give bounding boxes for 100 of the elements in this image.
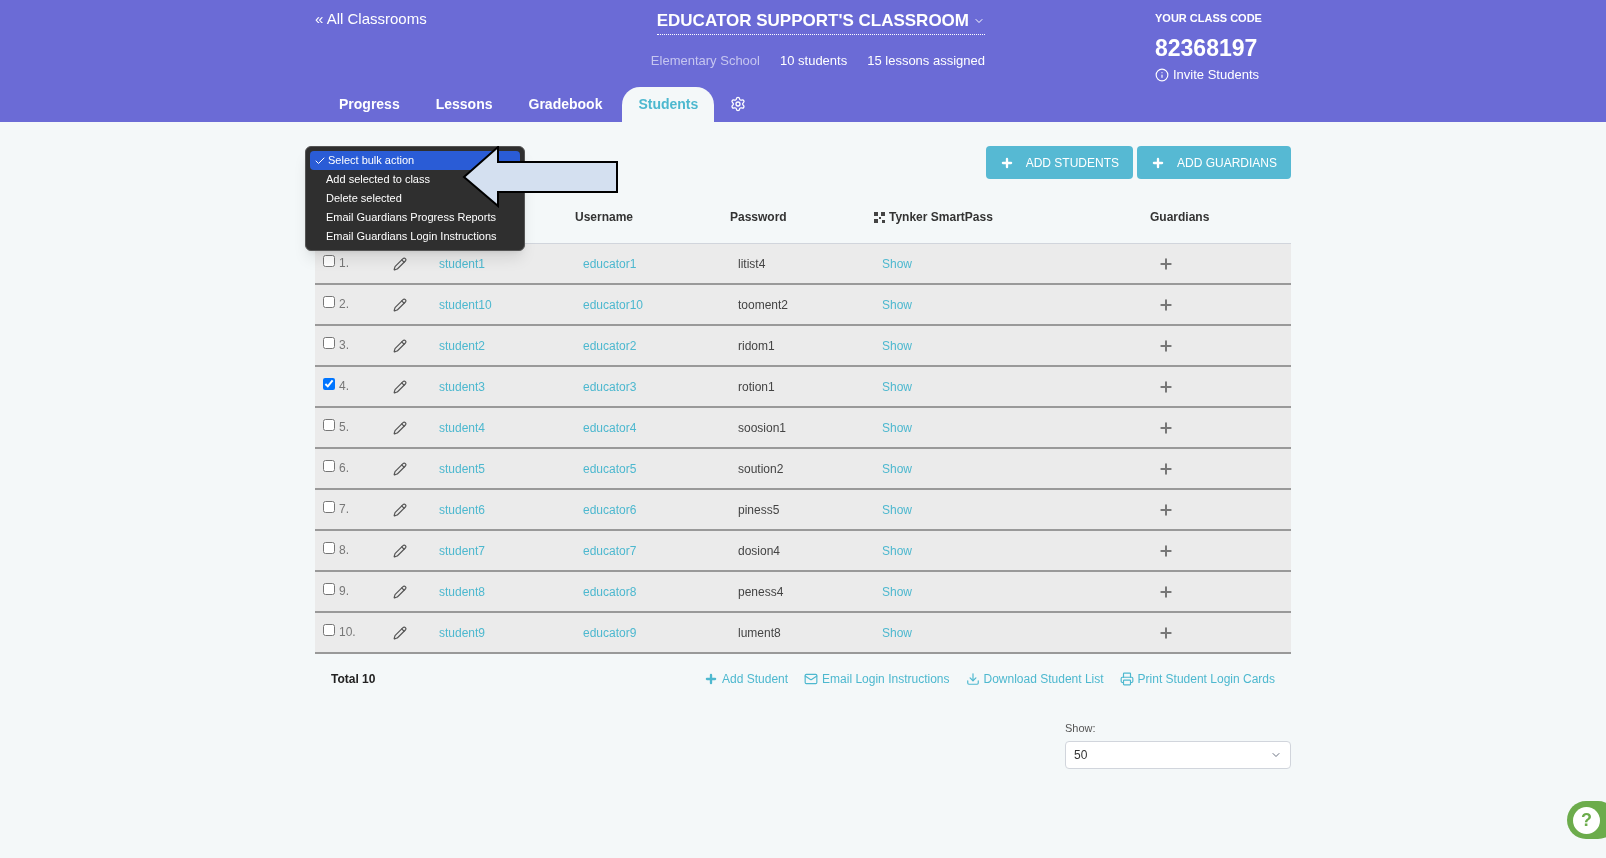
add-guardian-icon[interactable] (1158, 378, 1174, 395)
footer-link[interactable]: Print Student Login Cards (1119, 670, 1275, 688)
show-link[interactable]: Show (882, 254, 1158, 273)
tab[interactable]: Gradebook (512, 87, 619, 122)
row-checkbox[interactable] (323, 583, 335, 595)
password-cell-text: peness4 (738, 583, 785, 601)
column-header: Password (730, 209, 788, 226)
student-name-link[interactable]: student1 (439, 254, 583, 273)
student-name-link[interactable]: student7 (439, 541, 583, 560)
username-link[interactable]: educator1 (583, 254, 738, 273)
show-link[interactable]: Show (882, 623, 1158, 642)
add-guardian-icon[interactable] (1158, 419, 1174, 436)
password-cell-text: dosion4 (738, 542, 782, 560)
row-number: 3. (339, 337, 350, 354)
settings-icon[interactable] (730, 96, 747, 112)
row-checkbox[interactable] (323, 542, 335, 554)
show-link[interactable]: Show (882, 582, 1158, 601)
pencil-icon[interactable] (393, 338, 407, 353)
row-checkbox[interactable] (323, 255, 335, 267)
add-guardian-icon[interactable] (1158, 460, 1174, 477)
show-link[interactable]: Show (882, 459, 1158, 478)
add-guardian-icon[interactable] (1158, 296, 1174, 313)
password-cell-text: rotion1 (738, 378, 776, 396)
student-name-link[interactable]: student10 (439, 295, 583, 314)
student-name-link[interactable]: student6 (439, 500, 583, 519)
pencil-icon[interactable] (393, 543, 407, 558)
row-checkbox[interactable] (323, 296, 335, 308)
pencil-icon[interactable] (393, 379, 407, 394)
menu-option[interactable]: Delete selected (310, 189, 402, 208)
show-link[interactable]: Show (882, 377, 1158, 396)
row-number: 2. (339, 296, 350, 313)
tab[interactable]: Students (622, 87, 715, 122)
username-link[interactable]: educator9 (583, 623, 738, 642)
show-link[interactable]: Show (882, 336, 1158, 355)
tab[interactable]: Progress (323, 87, 416, 122)
footer-link[interactable]: Email Login Instructions (804, 670, 950, 688)
row-number: 5. (339, 419, 350, 436)
username-link[interactable]: educator4 (583, 418, 738, 437)
add-button[interactable]: ADD STUDENTS (985, 146, 1133, 179)
menu-option[interactable]: Email Guardians Progress Reports (310, 208, 496, 227)
add-button[interactable]: ADD GUARDIANS (1137, 146, 1291, 179)
footer-link[interactable]: Add Student (704, 670, 789, 688)
row-checkbox[interactable] (323, 501, 335, 513)
download-icon (965, 672, 980, 686)
add-guardian-icon[interactable] (1158, 337, 1174, 354)
username-link[interactable]: educator10 (583, 295, 738, 314)
row-checkbox[interactable] (323, 419, 335, 431)
username-link[interactable]: educator2 (583, 336, 738, 355)
pencil-icon[interactable] (393, 584, 407, 599)
row-checkbox[interactable] (323, 378, 335, 390)
show-link[interactable]: Show (882, 541, 1158, 560)
student-name-link[interactable]: student4 (439, 418, 583, 437)
username-link[interactable]: educator6 (583, 500, 738, 519)
pencil-icon[interactable] (393, 297, 407, 312)
student-name-link[interactable]: student2 (439, 336, 583, 355)
add-guardian-icon[interactable] (1158, 542, 1174, 559)
plus-icon (1151, 155, 1165, 170)
show-link[interactable]: Show (882, 295, 1158, 314)
tab[interactable]: Lessons (419, 87, 509, 122)
footer-link[interactable]: Download Student List (965, 670, 1104, 688)
student-name-link[interactable]: student3 (439, 377, 583, 396)
info-icon (1155, 67, 1169, 82)
back-link[interactable]: « All Classrooms (315, 8, 645, 31)
show-link[interactable]: Show (882, 418, 1158, 437)
row-checkbox[interactable] (323, 624, 335, 636)
column-header: Tynker SmartPass (874, 208, 1150, 226)
envelope-icon (804, 672, 819, 686)
username-link[interactable]: educator7 (583, 541, 738, 560)
pencil-icon[interactable] (393, 461, 407, 476)
student-name-link[interactable]: student9 (439, 623, 583, 642)
add-guardian-icon[interactable] (1158, 624, 1174, 641)
username-link[interactable]: educator8 (583, 582, 738, 601)
student-name-link[interactable]: student8 (439, 582, 583, 601)
student-name-link[interactable]: student5 (439, 459, 583, 478)
add-guardian-icon[interactable] (1158, 501, 1174, 518)
show-link[interactable]: Show (882, 500, 1158, 519)
menu-option[interactable]: Add selected to class (310, 170, 430, 189)
lessons-count: 15 lessons assigned (867, 51, 985, 70)
invite-link[interactable]: Invite Students (1155, 65, 1262, 85)
row-number: 9. (339, 583, 350, 600)
username-link[interactable]: educator3 (583, 377, 738, 396)
row-number: 10. (339, 624, 357, 641)
username-link[interactable]: educator5 (583, 459, 738, 478)
add-guardian-icon[interactable] (1158, 255, 1174, 272)
classroom-title[interactable]: EDUCATOR SUPPORT'S CLASSROOM (656, 8, 985, 35)
pencil-icon[interactable] (393, 502, 407, 517)
password-cell-text: soution2 (738, 460, 785, 478)
row-number: 7. (339, 501, 350, 518)
help-button[interactable]: ? (1567, 801, 1606, 839)
page-size-select[interactable]: 50 (1065, 740, 1291, 769)
menu-option[interactable]: Email Guardians Login Instructions (310, 227, 497, 246)
pencil-icon[interactable] (393, 256, 407, 271)
password-cell-text: soosion1 (738, 419, 788, 437)
pencil-icon[interactable] (393, 420, 407, 435)
plus-icon (999, 155, 1014, 170)
row-checkbox[interactable] (323, 460, 335, 472)
pencil-icon[interactable] (393, 625, 407, 640)
row-checkbox[interactable] (323, 337, 335, 349)
school-label: Elementary School (650, 51, 760, 70)
add-guardian-icon[interactable] (1158, 583, 1174, 600)
